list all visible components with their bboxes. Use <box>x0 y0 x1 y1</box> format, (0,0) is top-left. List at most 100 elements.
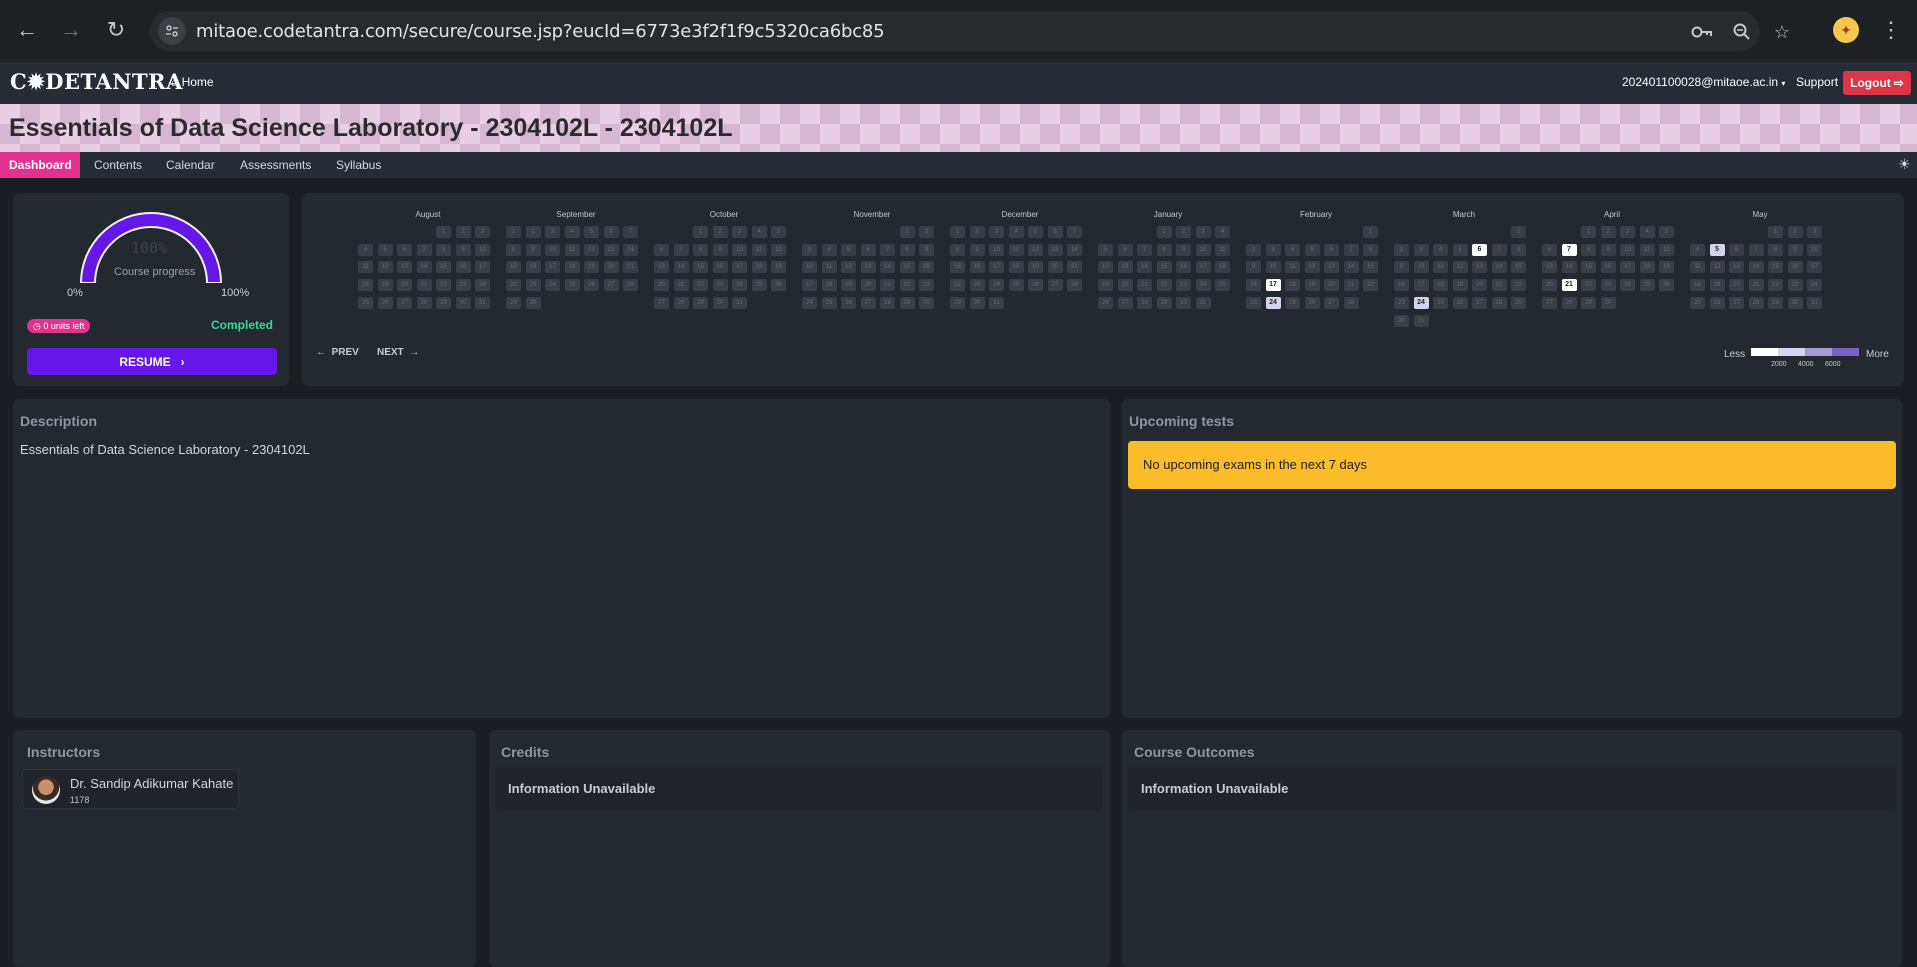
calendar-day[interactable]: 15 <box>899 261 915 274</box>
calendar-day[interactable]: 3 <box>1195 226 1211 238</box>
calendar-day[interactable]: 16 <box>525 261 541 274</box>
calendar-day[interactable]: 23 <box>1787 279 1803 292</box>
calendar-day[interactable]: 4 <box>564 226 580 238</box>
calendar-day[interactable]: 1 <box>1581 226 1596 238</box>
calendar-day[interactable]: 1 <box>506 226 521 238</box>
calendar-day[interactable]: 9 <box>1787 243 1803 256</box>
calendar-day[interactable]: 16 <box>1176 261 1191 274</box>
calendar-day[interactable]: 30 <box>1394 314 1409 327</box>
calendar-day[interactable]: 30 <box>919 296 934 309</box>
calendar-day[interactable]: 1 <box>950 226 965 238</box>
calendar-day[interactable]: 16 <box>919 261 934 274</box>
calendar-day[interactable]: 7 <box>1748 243 1764 256</box>
calendar-day[interactable]: 20 <box>1542 279 1557 292</box>
calendar-day[interactable]: 27 <box>1117 296 1133 309</box>
calendar-day[interactable]: 26 <box>1098 296 1113 309</box>
calendar-day[interactable]: 21 <box>1748 279 1764 292</box>
user-menu[interactable]: 202401100028@mitaoe.ac.in ▾ <box>1622 75 1785 89</box>
calendar-day[interactable]: 6 <box>654 243 669 256</box>
calendar-day[interactable]: 16 <box>1600 261 1616 274</box>
calendar-day[interactable]: 13 <box>654 261 669 274</box>
calendar-day[interactable]: 23 <box>712 279 728 292</box>
calendar-day[interactable]: 27 <box>603 279 619 292</box>
calendar-day[interactable]: 24 <box>1807 279 1822 292</box>
calendar-day[interactable]: 18 <box>358 279 373 292</box>
calendar-day[interactable]: 3 <box>1413 243 1429 256</box>
calendar-day[interactable]: 19 <box>377 279 393 292</box>
calendar-day[interactable]: 11 <box>564 243 580 256</box>
calendar-day[interactable]: 14 <box>416 261 432 274</box>
calendar-day[interactable]: 12 <box>1098 261 1113 274</box>
calendar-day[interactable]: 20 <box>1117 279 1133 292</box>
calendar-day[interactable]: 13 <box>397 261 412 274</box>
calendar-day[interactable]: 26 <box>1659 279 1674 292</box>
calendar-day[interactable]: 31 <box>475 296 490 309</box>
calendar-day[interactable]: 6 <box>1047 226 1063 238</box>
calendar-day[interactable]: 5 <box>1028 226 1043 238</box>
calendar-day[interactable]: 13 <box>1472 261 1487 274</box>
calendar-day[interactable]: 20 <box>860 279 876 292</box>
calendar-day[interactable]: 25 <box>1285 296 1300 309</box>
calendar-day[interactable]: 1 <box>1363 226 1378 238</box>
calendar-day[interactable]: 3 <box>1620 226 1635 238</box>
calendar-day[interactable]: 31 <box>1807 296 1822 309</box>
calendar-day[interactable]: 24 <box>545 279 560 292</box>
calendar-day[interactable]: 28 <box>880 296 895 309</box>
calendar-day[interactable]: 26 <box>1452 296 1468 309</box>
calendar-day[interactable]: 15 <box>693 261 708 274</box>
calendar-day[interactable]: 4 <box>1285 243 1300 256</box>
calendar-day[interactable]: 27 <box>397 296 412 309</box>
calendar-day[interactable]: 14 <box>623 243 638 256</box>
calendar-day[interactable]: 2 <box>1394 243 1409 256</box>
reload-icon[interactable]: ↻ <box>101 15 131 45</box>
calendar-day[interactable]: 29 <box>506 296 521 309</box>
calendar-day[interactable]: 23 <box>455 279 471 292</box>
calendar-day[interactable]: 23 <box>525 279 541 292</box>
calendar-day[interactable]: 29 <box>693 296 708 309</box>
calendar-day[interactable]: 1 <box>693 226 708 238</box>
calendar-day[interactable]: 25 <box>1008 279 1024 292</box>
calendar-day[interactable]: 26 <box>771 279 786 292</box>
calendar-day[interactable]: 5 <box>584 226 599 238</box>
calendar-day[interactable]: 29 <box>899 296 915 309</box>
calendar-day[interactable]: 12 <box>1659 243 1674 256</box>
home-link[interactable]: ⌂ Home <box>171 75 214 89</box>
instructor-item[interactable]: Dr. Sandip Adikumar Kahate 1178 <box>22 769 239 809</box>
calendar-day[interactable]: 20 <box>1324 279 1339 292</box>
calendar-day[interactable]: 22 <box>1581 279 1596 292</box>
calendar-day[interactable]: 5 <box>771 226 786 238</box>
calendar-day[interactable]: 29 <box>1581 296 1596 309</box>
back-icon[interactable]: ← <box>12 15 42 45</box>
calendar-day[interactable]: 25 <box>1215 279 1230 292</box>
calendar-day[interactable]: 11 <box>1285 261 1300 274</box>
calendar-day[interactable]: 26 <box>584 279 599 292</box>
calendar-day[interactable]: 28 <box>1137 296 1152 309</box>
calendar-day[interactable]: 26 <box>1709 296 1725 309</box>
tab-syllabus[interactable]: Syllabus <box>327 152 390 178</box>
calendar-day[interactable]: 25 <box>358 296 373 309</box>
calendar-day[interactable]: 6 <box>1729 243 1744 256</box>
calendar-day[interactable]: 28 <box>1067 279 1082 292</box>
calendar-day[interactable]: 8 <box>1511 243 1526 256</box>
calendar-day[interactable]: 3 <box>475 226 490 238</box>
tab-assessments[interactable]: Assessments <box>231 152 320 178</box>
calendar-day[interactable]: 8 <box>506 243 521 256</box>
calendar-day[interactable]: 9 <box>1600 243 1616 256</box>
calendar-day[interactable]: 16 <box>1246 279 1261 292</box>
calendar-day[interactable]: 22 <box>506 279 521 292</box>
calendar-day[interactable]: 9 <box>969 243 985 256</box>
calendar-day[interactable]: 9 <box>455 243 471 256</box>
calendar-day[interactable]: 4 <box>1215 226 1230 238</box>
calendar-day[interactable]: 20 <box>603 261 619 274</box>
calendar-day[interactable]: 1 <box>899 226 915 238</box>
calendar-day[interactable]: 10 <box>1413 261 1429 274</box>
calendar-day[interactable]: 18 <box>1008 261 1024 274</box>
calendar-day[interactable]: 7 <box>1343 243 1359 256</box>
tab-contents[interactable]: Contents <box>85 152 151 178</box>
calendar-day[interactable]: 27 <box>1047 279 1063 292</box>
calendar-day[interactable]: 16 <box>455 261 471 274</box>
calendar-day[interactable]: 28 <box>1343 296 1359 309</box>
calendar-day[interactable]: 23 <box>1246 296 1261 309</box>
calendar-day[interactable]: 1 <box>436 226 451 238</box>
calendar-day[interactable]: 11 <box>1433 261 1448 274</box>
